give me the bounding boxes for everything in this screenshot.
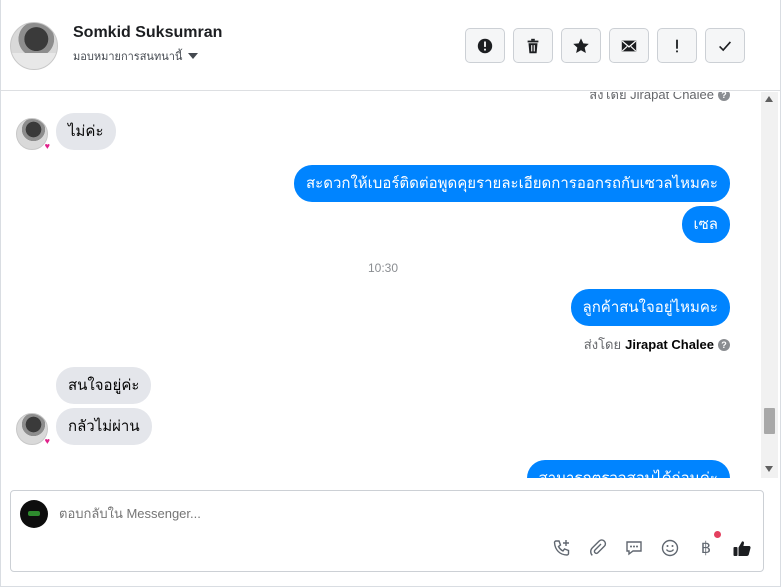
scroll-up-icon[interactable]	[765, 96, 773, 102]
emoji-icon	[661, 539, 679, 557]
message-timestamp: 10:30	[367, 261, 399, 275]
sent-by-label: ส่งโดย Jirapat Chalee ?	[584, 334, 730, 355]
sent-by-prefix: ส่งโดย	[583, 337, 622, 352]
sent-by-label-top: ส่งโดย Jirapat Chalee ?	[589, 92, 730, 105]
mail-button[interactable]	[609, 28, 649, 63]
saved-reply-icon	[626, 541, 642, 556]
composer-tools: ฿	[551, 531, 753, 559]
mark-done-button[interactable]	[705, 28, 745, 63]
delete-button[interactable]	[513, 28, 553, 63]
sent-by-top-text: ส่งโดย Jirapat Chalee	[589, 92, 714, 102]
baht-icon: ฿	[700, 540, 712, 557]
message-outgoing[interactable]: สะดวกให้เบอร์ติดต่อพูดคุยรายละเอียดการออ…	[294, 165, 730, 202]
chat-scrollbar[interactable]	[761, 92, 778, 478]
message-list[interactable]: ส่งโดย Jirapat Chalee ? ♥ ไม่ค่ะ สะดวกให…	[1, 92, 761, 478]
assign-conversation-dropdown[interactable]: มอบหมายการสนทนานี้	[73, 47, 199, 65]
mail-icon	[621, 40, 637, 51]
heart-icon: ♥	[44, 141, 50, 151]
help-icon[interactable]: ?	[718, 92, 730, 101]
message-outgoing[interactable]: เซล	[681, 206, 730, 243]
trash-icon	[527, 38, 539, 53]
message-outgoing[interactable]: ลูกค้าสนใจอยู่ไหมคะ	[570, 289, 730, 326]
reply-composer: ฿	[10, 490, 764, 572]
alert-icon	[477, 38, 493, 53]
message-outgoing[interactable]: สามารถตรวจสอบได้ก่อนค่ะ	[526, 460, 730, 478]
page-avatar	[20, 500, 48, 528]
contact-avatar-small[interactable]: ♥	[16, 413, 50, 446]
call-add-icon	[553, 540, 570, 556]
saved-replies-button[interactable]	[623, 537, 645, 559]
attachment-icon	[590, 539, 607, 556]
like-icon	[733, 541, 751, 556]
message-incoming[interactable]: สนใจอยู่ค่ะ	[56, 367, 152, 404]
payment-button[interactable]: ฿	[695, 531, 721, 559]
spam-button[interactable]	[657, 28, 697, 63]
conversation-header: Somkid Suksumran มอบหมายการสนทนานี้	[1, 0, 780, 91]
contact-avatar-small[interactable]: ♥	[16, 118, 50, 151]
star-icon	[573, 37, 589, 53]
help-icon[interactable]: ?	[718, 338, 730, 351]
message-incoming[interactable]: ไม่ค่ะ	[56, 113, 116, 150]
emoji-button[interactable]	[659, 537, 681, 559]
heart-icon: ♥	[44, 436, 50, 446]
scroll-thumb[interactable]	[764, 408, 775, 434]
check-icon	[719, 40, 732, 51]
sent-by-name: Jirapat Chalee	[625, 337, 714, 352]
contact-name[interactable]: Somkid Suksumran	[73, 24, 222, 42]
exclamation-icon	[676, 39, 678, 52]
like-button[interactable]	[731, 537, 753, 559]
messenger-panel: Somkid Suksumran มอบหมายการสนทนานี้ ส่งโ…	[0, 0, 781, 587]
message-incoming[interactable]: กลัวไม่ผ่าน	[56, 408, 152, 445]
notification-dot	[714, 531, 721, 538]
caret-down-icon	[188, 53, 199, 59]
assign-label: มอบหมายการสนทนานี้	[73, 51, 183, 63]
attach-button[interactable]	[587, 537, 609, 559]
call-button[interactable]	[551, 537, 573, 559]
star-button[interactable]	[561, 28, 601, 63]
header-actions	[465, 28, 745, 63]
alert-button[interactable]	[465, 28, 505, 63]
contact-avatar[interactable]	[10, 22, 58, 70]
scroll-down-icon[interactable]	[765, 466, 773, 472]
reply-input[interactable]	[59, 506, 559, 521]
